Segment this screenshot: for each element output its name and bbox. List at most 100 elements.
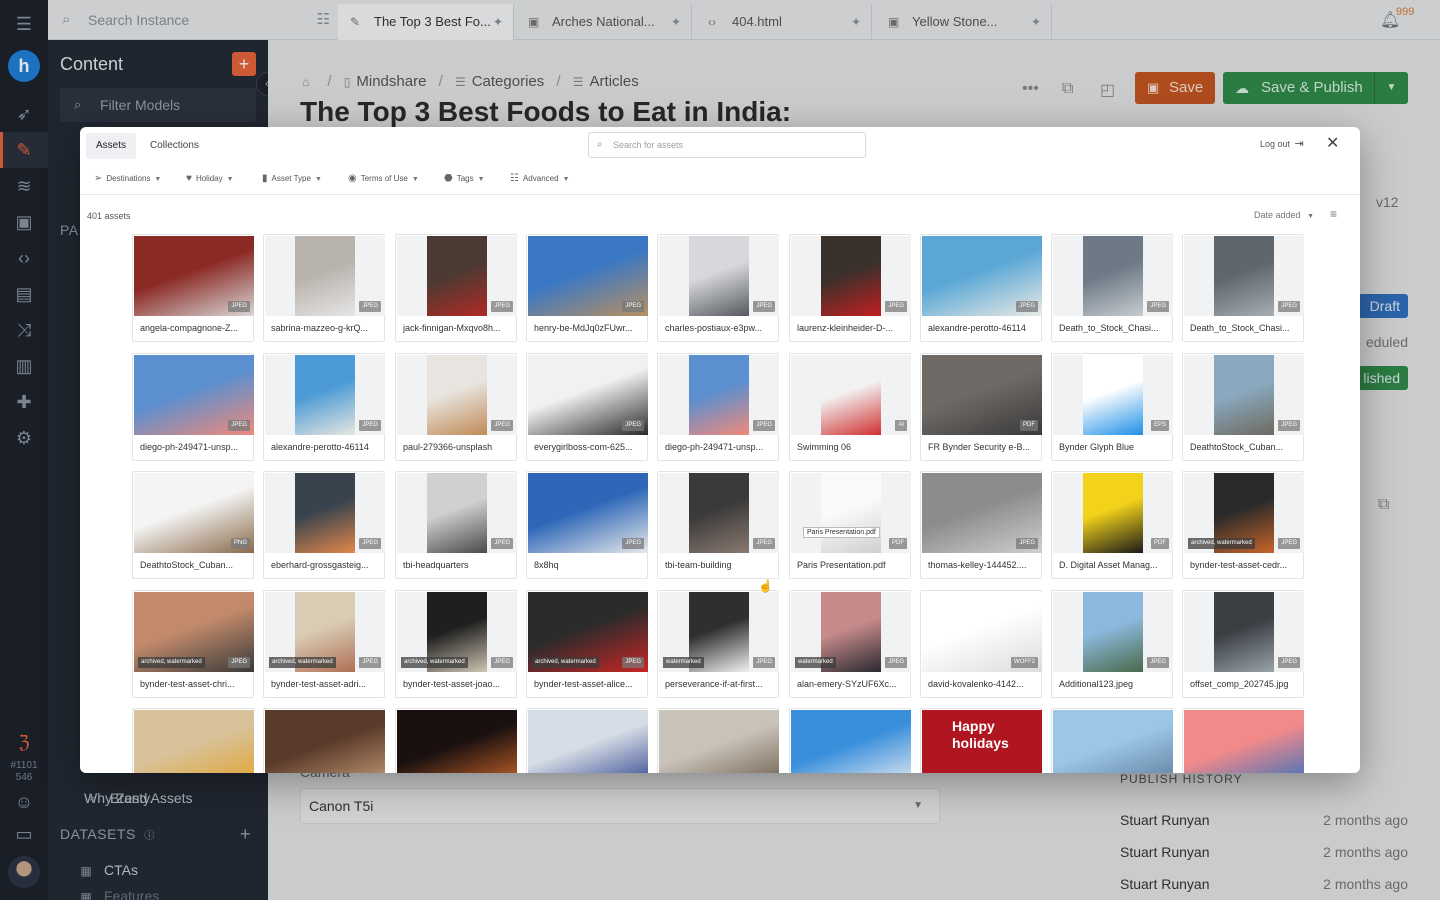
asset-card[interactable]: JPEG archived, watermarked bynder-test-ass… [263, 590, 385, 698]
asset-thumbnail: JPEG archived, watermarked [397, 592, 517, 672]
asset-card[interactable]: JPEG archived, watermarked bynder-test-ass… [395, 590, 517, 698]
caret-down-icon: ▼ [1307, 213, 1314, 220]
asset-status-tag: archived, watermarked [1188, 538, 1255, 549]
asset-card[interactable]: JPEG jack-finnigan-Mxqvo8h... [395, 234, 517, 342]
asset-name: diego-ph-249471-unsp... [140, 442, 239, 452]
asset-card[interactable]: JPEG sabrina-mazzeo-g-krQ... [263, 234, 385, 342]
asset-card[interactable]: JPEG diego-ph-249471-unsp... [657, 353, 779, 461]
asset-name: diego-ph-249471-unsp... [665, 442, 764, 452]
asset-card[interactable] [263, 708, 385, 773]
asset-card[interactable]: JPEG henry-be-MdJq0zFUwr... [526, 234, 648, 342]
asset-card[interactable] [1182, 708, 1304, 773]
filter-label: Holiday [195, 174, 223, 183]
asset-card[interactable]: PNG DeathtoStock_Cuban... [132, 471, 254, 579]
asset-card[interactable]: JPEG watermarked alan-emery-SYzUF6Xc... [789, 590, 911, 698]
filter-terms-of-use[interactable]: ◉ Terms of Use ▼ [348, 167, 419, 191]
file-type-badge: JPEG [491, 301, 513, 312]
sort-dropdown[interactable]: Date added ▼ [1254, 210, 1314, 220]
asset-card[interactable]: WOFF2 david-kovalenko-4142... [920, 590, 1042, 698]
asset-card[interactable]: JPEG paul-279366-unsplash [395, 353, 517, 461]
asset-name: D. Digital Asset Manag... [1059, 560, 1158, 570]
asset-thumbnail: WOFF2 [922, 592, 1042, 672]
file-type-badge: JPEG [622, 538, 644, 549]
asset-thumbnail: JPEG [659, 236, 779, 316]
asset-card[interactable]: JPEG archived, watermarked bynder-test-ass… [526, 590, 648, 698]
file-type-badge: JPEG [885, 301, 907, 312]
asset-card[interactable]: JPEG Death_to_Stock_Chasi... [1051, 234, 1173, 342]
asset-name: Swimming 06 [797, 442, 852, 452]
asset-card[interactable]: JPEG tbi-team-building [657, 471, 779, 579]
filter-holiday[interactable]: ♥ Holiday ▼ [186, 167, 234, 191]
caret-down-icon: ▼ [226, 176, 234, 183]
file-type-badge: JPEG [228, 301, 250, 312]
asset-image [427, 355, 487, 435]
asset-name: angela-compagnone-Z... [140, 323, 239, 333]
asset-card[interactable]: JPEG 8x8hq [526, 471, 648, 579]
logout-link[interactable]: Log out ⇥ [1260, 137, 1304, 150]
asset-card[interactable]: JPEG Death_to_Stock_Chasi... [1182, 234, 1304, 342]
asset-card[interactable]: JPEG offset_comp_202745.jpg [1182, 590, 1304, 698]
asset-name: tbi-headquarters [403, 560, 469, 570]
asset-card[interactable]: PDF FR Bynder Security e-B... [920, 353, 1042, 461]
filter-advanced[interactable]: ☷ Advanced ▼ [510, 167, 570, 191]
asset-name: paul-279366-unsplash [403, 442, 493, 452]
filter-tags[interactable]: ⬣ Tags ▼ [444, 167, 485, 191]
asset-card[interactable]: PDF Paris Presentation.pdf Paris Presentat… [789, 471, 911, 579]
asset-card[interactable] [526, 708, 648, 773]
asset-name: sabrina-mazzeo-g-krQ... [271, 323, 369, 333]
asset-card[interactable]: AI Swimming 06 [789, 353, 911, 461]
file-type-badge: JPEG [622, 301, 644, 312]
asset-thumbnail: PDF [1053, 473, 1173, 553]
asset-card[interactable]: Happy holidays [920, 708, 1042, 773]
asset-card[interactable]: PDF D. Digital Asset Manag... [1051, 471, 1173, 579]
asset-name: DeathtoStock_Cuban... [1190, 442, 1284, 452]
asset-name: tbi-team-building [665, 560, 732, 570]
asset-image [397, 710, 517, 773]
file-type-badge: JPEG [359, 538, 381, 549]
asset-card[interactable]: JPEG archived, watermarked bynder-test-ass… [132, 590, 254, 698]
asset-card[interactable]: EPS Bynder Glyph Blue [1051, 353, 1173, 461]
asset-status-tag: archived, watermarked [532, 657, 599, 668]
asset-card[interactable]: JPEG Additional123.jpeg [1051, 590, 1173, 698]
tab-collections[interactable]: Collections [140, 133, 209, 159]
asset-card[interactable]: JPEG tbi-headquarters [395, 471, 517, 579]
tab-assets[interactable]: Assets [86, 133, 137, 159]
asset-card[interactable] [1051, 708, 1173, 773]
asset-card[interactable]: JPEG laurenz-kleinheider-D-... [789, 234, 911, 342]
asset-card[interactable]: JPEG archived, watermarked bynder-test-ass… [1182, 471, 1304, 579]
asset-image [1053, 710, 1173, 773]
asset-card[interactable]: JPEG alexandre-perotto-46114 [920, 234, 1042, 342]
asset-card[interactable] [132, 708, 254, 773]
asset-name: bynder-test-asset-cedr... [1190, 560, 1288, 570]
file-type-badge: JPEG [753, 538, 775, 549]
filter-destinations[interactable]: ➢ Destinations ▼ [94, 167, 161, 191]
file-type-badge: JPEG [359, 420, 381, 431]
asset-card[interactable]: JPEG charles-postiaux-e3pw... [657, 234, 779, 342]
search-icon: ⌕ [597, 139, 603, 150]
asset-thumbnail: PDF [922, 355, 1042, 435]
asset-image [1214, 592, 1274, 672]
asset-card[interactable]: JPEG alexandre-perotto-46114 [263, 353, 385, 461]
asset-card[interactable]: JPEG eberhard-grossgasteig... [263, 471, 385, 579]
file-type-badge: PDF [1020, 420, 1038, 431]
asset-card[interactable]: JPEG everygirlboss-com-625... [526, 353, 648, 461]
close-modal-button[interactable]: ✕ [1326, 133, 1339, 153]
asset-card[interactable]: JPEG diego-ph-249471-unsp... [132, 353, 254, 461]
asset-card[interactable] [657, 708, 779, 773]
asset-card[interactable] [789, 708, 911, 773]
sort-order-icon[interactable]: ≡ [1330, 207, 1337, 221]
asset-thumbnail [134, 710, 254, 773]
asset-name: bynder-test-asset-joao... [403, 679, 501, 689]
asset-search-input[interactable]: ⌕ Search for assets [588, 132, 866, 158]
asset-thumbnail [791, 710, 911, 773]
asset-card[interactable]: JPEG DeathtoStock_Cuban... [1182, 353, 1304, 461]
asset-card[interactable]: JPEG watermarked perseverance-if-at-first.… [657, 590, 779, 698]
file-type-badge: EPS [1150, 420, 1169, 431]
file-type-badge: JPEG [1016, 538, 1038, 549]
logout-label: Log out [1260, 139, 1291, 149]
filter-asset-type[interactable]: ▮ Asset Type ▼ [262, 167, 322, 191]
sliders-icon: ☷ [510, 173, 519, 184]
asset-card[interactable] [395, 708, 517, 773]
asset-card[interactable]: JPEG thomas-kelley-144452.... [920, 471, 1042, 579]
asset-card[interactable]: JPEG angela-compagnone-Z... [132, 234, 254, 342]
